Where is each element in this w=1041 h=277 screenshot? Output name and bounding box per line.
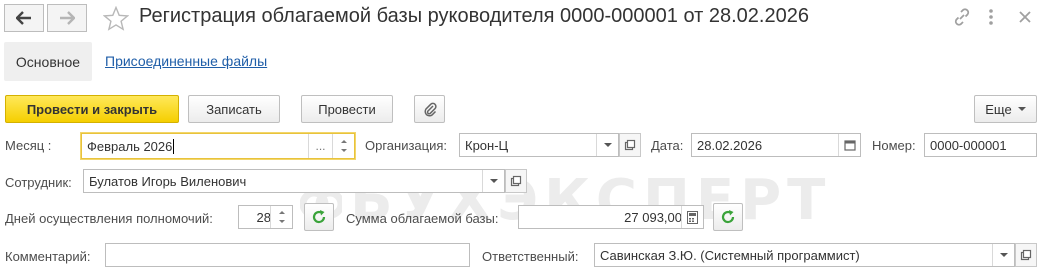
open-window-icon (1020, 249, 1032, 261)
stepper-arrows-icon (279, 211, 285, 223)
employee-label: Сотрудник: (5, 175, 72, 190)
organization-value: Крон-Ц (465, 137, 509, 153)
calculator-icon (687, 210, 698, 224)
month-select-button[interactable]: ... (308, 134, 332, 158)
close-icon (1019, 11, 1031, 23)
arrow-right-icon (60, 11, 75, 25)
arrow-left-icon (16, 11, 31, 25)
refresh-icon (312, 210, 326, 224)
employee-open-button[interactable] (505, 169, 527, 193)
taxable-base-field[interactable]: 27 093,00 (518, 205, 704, 229)
days-refresh-button[interactable] (304, 203, 334, 231)
chevron-down-icon (603, 143, 612, 147)
employee-field[interactable]: Булатов Игорь Виленович (83, 169, 505, 193)
more-actions-label: Еще (985, 101, 1012, 117)
date-value: 28.02.2026 (697, 137, 763, 153)
month-value: Февраль 2026 (87, 138, 173, 154)
responsible-dropdown-button[interactable] (992, 244, 1014, 266)
back-button[interactable] (4, 4, 44, 32)
vertical-dots-icon (989, 9, 993, 25)
number-field[interactable]: 0000-000001 (924, 133, 1037, 157)
calculator-button[interactable] (681, 206, 703, 228)
paperclip-icon (423, 102, 437, 117)
comment-label: Комментарий: (5, 249, 91, 264)
days-field[interactable]: 28 (238, 205, 293, 229)
tab-main[interactable]: Основное (4, 42, 92, 81)
calendar-button[interactable] (838, 134, 860, 156)
link-icon (954, 8, 970, 26)
post-button[interactable]: Провести (301, 95, 393, 123)
text-cursor (173, 138, 175, 154)
organization-open-button[interactable] (619, 133, 641, 157)
star-icon (102, 5, 130, 31)
more-actions-button[interactable]: Еще (974, 95, 1037, 123)
tab-attached-files[interactable]: Присоединенные файлы (105, 53, 267, 69)
days-stepper[interactable] (270, 206, 292, 228)
base-refresh-button[interactable] (713, 203, 743, 231)
chevron-down-icon (999, 253, 1008, 257)
comment-field[interactable] (105, 243, 470, 267)
month-field[interactable]: Февраль 2026 ... (81, 133, 355, 159)
window-title: Регистрация облагаемой базы руководителя… (139, 5, 809, 27)
link-button[interactable] (952, 7, 972, 30)
number-label: Номер: (872, 138, 916, 153)
open-window-icon (624, 139, 636, 151)
post-and-close-button[interactable]: Провести и закрыть (5, 95, 179, 123)
employee-dropdown-button[interactable] (482, 170, 504, 192)
organization-field[interactable]: Крон-Ц (459, 133, 619, 157)
chevron-down-icon (489, 179, 498, 183)
month-label: Месяц : (5, 138, 52, 153)
organization-dropdown-button[interactable] (596, 134, 618, 156)
employee-value: Булатов Игорь Виленович (89, 173, 247, 189)
days-value: 28 (256, 209, 271, 225)
close-button[interactable] (1018, 7, 1032, 30)
date-field[interactable]: 28.02.2026 (691, 133, 861, 157)
favorite-star-button[interactable] (102, 5, 130, 34)
taxable-base-value: 27 093,00 (624, 209, 682, 225)
month-stepper[interactable] (332, 134, 354, 158)
chevron-down-icon (1017, 107, 1026, 111)
responsible-field[interactable]: Савинская З.Ю. (Системный программист) (594, 243, 1015, 267)
responsible-value: Савинская З.Ю. (Системный программист) (600, 247, 860, 263)
forward-button[interactable] (47, 4, 87, 32)
save-button[interactable]: Записать (188, 95, 280, 123)
more-menu-button[interactable] (986, 7, 996, 30)
refresh-icon (721, 210, 735, 224)
calendar-icon (843, 140, 856, 151)
responsible-open-button[interactable] (1015, 243, 1037, 267)
stepper-arrows-icon (341, 140, 347, 152)
open-window-icon (510, 175, 522, 187)
days-label: Дней осуществления полномочий: (5, 211, 213, 226)
responsible-label: Ответственный: (482, 249, 579, 264)
taxable-base-label: Сумма облагаемой базы: (346, 211, 499, 226)
date-label: Дата: (651, 138, 684, 153)
organization-label: Организация: (365, 138, 448, 153)
attach-button[interactable] (414, 95, 445, 123)
